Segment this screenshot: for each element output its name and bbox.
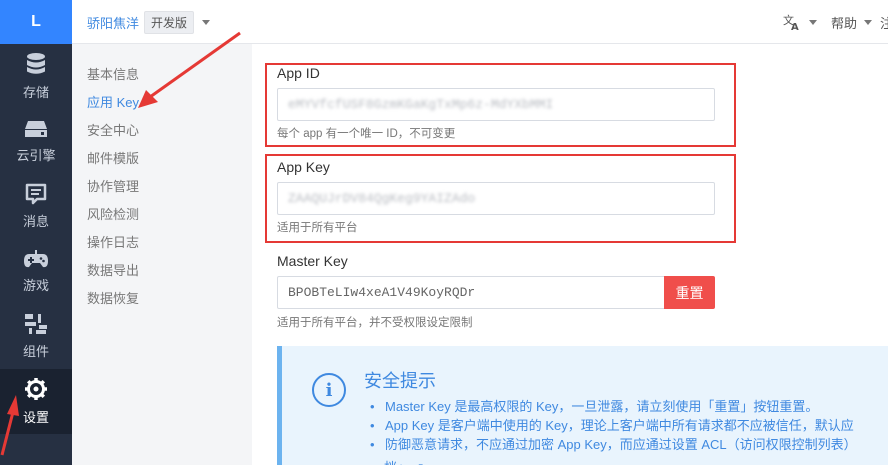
sidebar-item-settings[interactable]: 设置 (0, 369, 72, 434)
sidebar-item-label: 云引擎 (16, 148, 56, 163)
sidebar-item-label: 存储 (22, 85, 49, 100)
sidebar-item-label: 游戏 (22, 278, 49, 293)
submenu-item-collaboration[interactable]: 协作管理 (87, 176, 139, 195)
sidebar-item-storage[interactable]: 存储 (0, 44, 72, 109)
security-notice: i 安全提示 Master Key 是最高权限的 Key，一旦泄露，请立刻使用「… (277, 346, 888, 465)
sidebar-item-label: 设置 (22, 410, 49, 425)
message-icon (25, 183, 47, 205)
components-icon (25, 314, 47, 334)
master-key-label: Master Key (277, 253, 348, 269)
reset-master-key-button[interactable]: 重置 (664, 276, 715, 309)
sidebar-item-label: 消息 (22, 214, 49, 229)
submenu-item-data-export[interactable]: 数据导出 (87, 260, 139, 279)
help-label: 帮助 (831, 16, 858, 31)
chevron-down-icon (809, 19, 817, 25)
security-notice-title: 安全提示 (364, 371, 436, 391)
app-keys-panel: App ID eMYVfcfUSF8GzmKGaKgTxMp6z-MdYXbMM… (252, 44, 888, 465)
database-icon (27, 53, 45, 74)
language-switcher[interactable]: 文 A (783, 13, 817, 31)
security-notice-list: Master Key 是最高权限的 Key，一旦泄露，请立刻使用「重置」按钮重置… (364, 397, 857, 454)
submenu-item-basic-info[interactable]: 基本信息 (87, 64, 139, 83)
submenu-item-app-keys[interactable]: 应用 Key (87, 92, 139, 111)
submenu-item-risk-detection[interactable]: 风险检测 (87, 204, 139, 223)
main-sidebar: L 存储 云引擎 消息 游戏 组件 设置 (0, 0, 72, 465)
sidebar-item-components[interactable]: 组件 (0, 304, 72, 369)
chevron-down-icon (864, 20, 873, 25)
app-switcher-chevron-down-icon[interactable] (202, 20, 210, 25)
submenu-item-security-center[interactable]: 安全中心 (87, 120, 139, 139)
master-key-value: BPOBTeLIw4xeA1V49KoyRQDr (288, 285, 476, 300)
submenu-item-operation-log[interactable]: 操作日志 (87, 232, 139, 251)
security-notice-continuation[interactable]: 档」 ↗ (384, 457, 425, 465)
topbar-overflow-link[interactable]: 注 (880, 13, 888, 32)
help-menu[interactable]: 帮助 (831, 13, 873, 32)
sidebar-item-messages[interactable]: 消息 (0, 174, 72, 239)
annotation-box-app-key (265, 154, 736, 243)
info-icon: i (312, 373, 346, 407)
security-notice-item: App Key 是客户端中使用的 Key，理论上客户端中所有请求都不应被信任，默… (364, 416, 857, 435)
submenu-item-email-templates[interactable]: 邮件模版 (87, 148, 139, 167)
gamepad-icon (24, 250, 48, 268)
svg-text:A: A (791, 22, 799, 31)
cloud-engine-icon (25, 121, 47, 137)
sidebar-item-cloud-engine[interactable]: 云引擎 (0, 109, 72, 174)
master-key-field[interactable]: BPOBTeLIw4xeA1V49KoyRQDr (277, 276, 665, 309)
app-logo[interactable]: L (0, 0, 72, 44)
annotation-box-app-id (265, 63, 736, 147)
settings-submenu: 基本信息 应用 Key 安全中心 邮件模版 协作管理 风险检测 操作日志 数据导… (72, 44, 252, 465)
top-bar: 骄阳焦洋 开发版 文 A 帮助 注 (72, 0, 888, 44)
security-notice-item: 防御恶意请求，不应通过加密 App Key，而应通过设置 ACL（访问权限控制列… (364, 435, 857, 454)
sidebar-item-label: 组件 (22, 344, 49, 359)
sidebar-item-games[interactable]: 游戏 (0, 239, 72, 304)
plan-badge: 开发版 (144, 11, 195, 34)
security-notice-item: Master Key 是最高权限的 Key，一旦泄露，请立刻使用「重置」按钮重置… (364, 397, 857, 416)
submenu-item-data-recovery[interactable]: 数据恢复 (87, 288, 139, 307)
master-key-help-text: 适用于所有平台，并不受权限设定限制 (277, 317, 473, 329)
gear-icon (25, 378, 47, 400)
translate-icon: 文 A (783, 13, 799, 31)
app-name-link[interactable]: 骄阳焦洋 (87, 13, 139, 32)
